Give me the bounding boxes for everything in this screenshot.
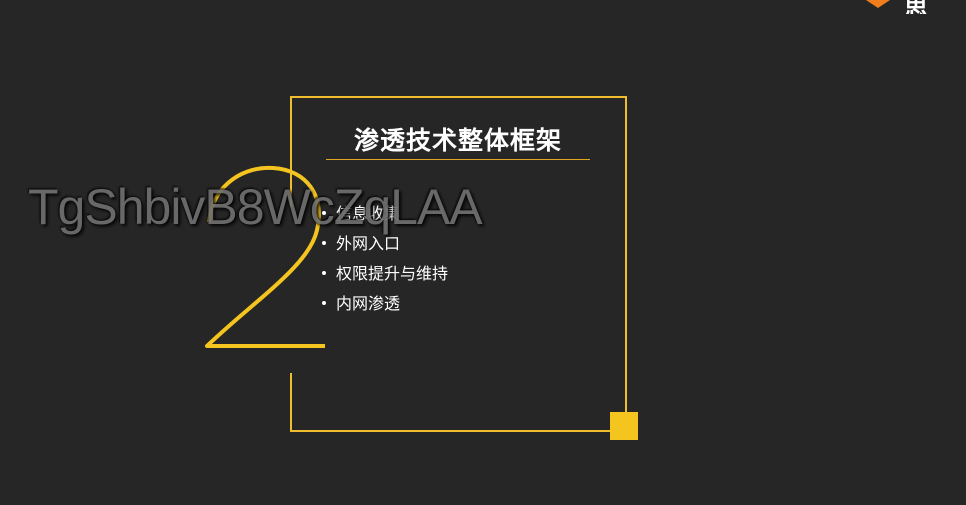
bullet-item: 内网渗透	[322, 289, 448, 319]
slide: 思 2 渗透技术整体框架 信息收集 外网入口 权限提升与维持 内网渗透 TgSh…	[0, 0, 966, 505]
slide-title: 渗透技术整体框架	[353, 126, 562, 155]
watermark-text: TgShbivB8WcZqLAA	[28, 179, 483, 235]
corner-accent-square	[610, 412, 638, 440]
bullet-label: 内网渗透	[336, 294, 401, 313]
bullet-dot-icon	[322, 270, 326, 275]
bullet-dot-icon	[322, 240, 326, 245]
bullet-label: 外网入口	[336, 234, 401, 253]
brand-logo: 思	[858, 0, 966, 14]
logo-mark-icon	[866, 0, 890, 8]
bullet-dot-icon	[322, 300, 326, 305]
logo-text: 思	[904, 0, 929, 14]
bullet-label: 权限提升与维持	[336, 264, 449, 283]
title-underline	[326, 159, 590, 160]
bullet-item: 权限提升与维持	[322, 259, 448, 289]
